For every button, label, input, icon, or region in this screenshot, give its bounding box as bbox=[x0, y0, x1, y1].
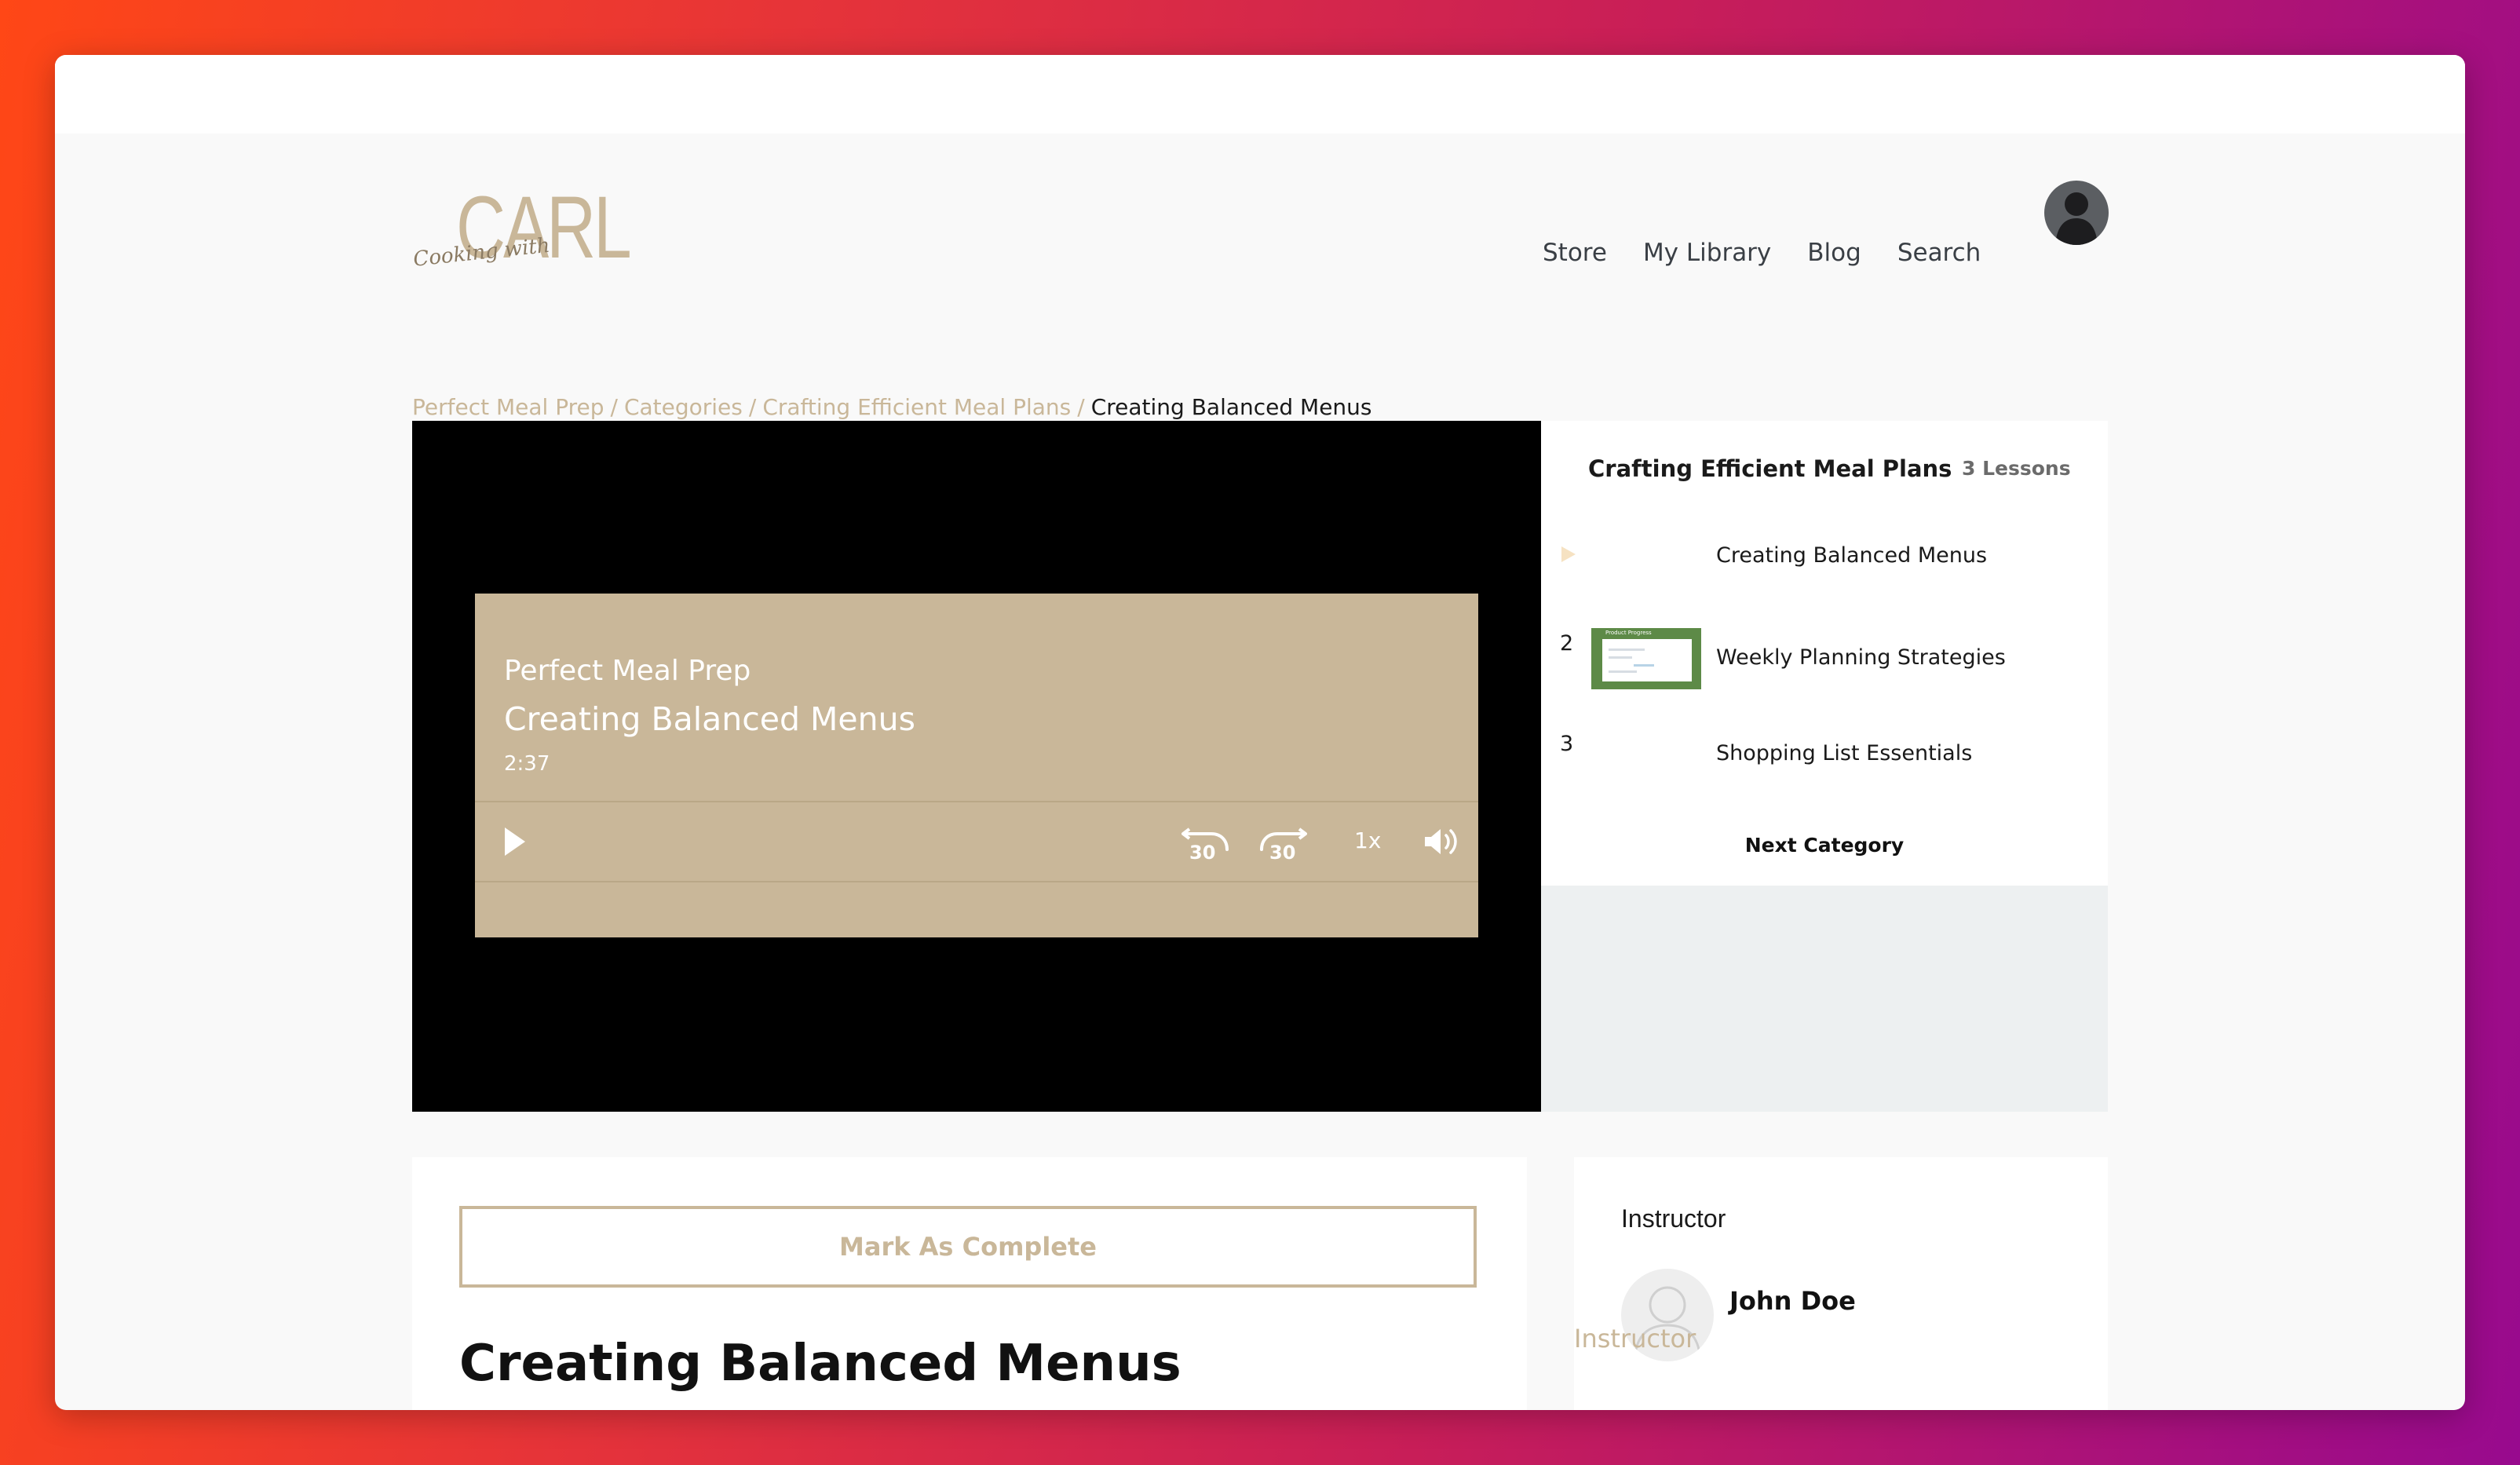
lesson-item-current[interactable]: Creating Balanced Menus bbox=[1541, 535, 2108, 608]
forward-seconds: 30 bbox=[1269, 842, 1296, 864]
instructor-label: Instructor bbox=[1621, 1204, 1726, 1233]
lesson-content-card: Mark As Complete Creating Balanced Menus bbox=[412, 1157, 1527, 1410]
lesson-name: Weekly Planning Strategies bbox=[1716, 645, 2006, 670]
user-avatar[interactable] bbox=[2044, 181, 2109, 245]
user-silhouette-icon bbox=[2055, 192, 2098, 245]
current-lesson-play-icon bbox=[1561, 546, 1576, 562]
player-duration: 2:37 bbox=[504, 752, 550, 776]
audio-player: Perfect Meal Prep Creating Balanced Menu… bbox=[475, 594, 1478, 937]
lesson-name: Shopping List Essentials bbox=[1716, 741, 1973, 765]
thumbnail-line bbox=[1609, 656, 1632, 659]
breadcrumb-item-categories[interactable]: Categories bbox=[624, 394, 743, 420]
playback-speed[interactable]: 1x bbox=[1354, 827, 1381, 853]
breadcrumb-separator: / bbox=[1077, 394, 1085, 420]
thumbnail-line bbox=[1634, 664, 1654, 667]
nav-search[interactable]: Search bbox=[1897, 237, 1981, 269]
lessons-panel-title: Crafting Efficient Meal Plans bbox=[1588, 455, 1952, 482]
play-icon[interactable] bbox=[503, 826, 527, 857]
lesson-number: 3 bbox=[1560, 732, 1574, 756]
forward-30-button[interactable]: 30 bbox=[1258, 818, 1307, 865]
breadcrumb-item-category[interactable]: Crafting Efficient Meal Plans bbox=[762, 394, 1071, 420]
thumbnail-line bbox=[1609, 648, 1645, 651]
next-category-link[interactable]: Next Category bbox=[1541, 834, 2108, 857]
mark-complete-button[interactable]: Mark As Complete bbox=[459, 1206, 1477, 1288]
thumbnail-text: Product Progress bbox=[1605, 630, 1652, 636]
nav-blog[interactable]: Blog bbox=[1807, 237, 1861, 269]
breadcrumb-current: Creating Balanced Menus bbox=[1090, 394, 1372, 420]
lesson-thumbnail: Product Progress bbox=[1591, 628, 1701, 689]
thumbnail-line bbox=[1609, 670, 1637, 673]
breadcrumb-separator: / bbox=[748, 394, 757, 420]
thumbnail-screen: Product Progress bbox=[1602, 630, 1692, 681]
main-nav: Store My Library Blog Search bbox=[1543, 237, 2017, 269]
rewind-30-button[interactable]: 30 bbox=[1181, 818, 1230, 865]
player-controls: 30 30 1x bbox=[475, 801, 1478, 882]
breadcrumb: Perfect Meal Prep / Categories / Crafting Ef… bbox=[412, 394, 1372, 420]
volume-icon[interactable] bbox=[1423, 826, 1461, 857]
lessons-count: 3 Lessons bbox=[1962, 457, 2071, 480]
player-title: Creating Balanced Menus bbox=[504, 700, 915, 738]
instructor-name: John Doe bbox=[1729, 1286, 1856, 1316]
site-logo[interactable]: CARL Cooking with bbox=[412, 173, 632, 276]
nav-my-library[interactable]: My Library bbox=[1643, 237, 1771, 269]
player-course: Perfect Meal Prep bbox=[504, 655, 751, 687]
lessons-panel: Crafting Efficient Meal Plans 3 Lessons … bbox=[1541, 421, 2108, 886]
lesson-item[interactable]: 3 Shopping List Essentials bbox=[1541, 732, 2108, 804]
panel-footer-area bbox=[1541, 886, 2108, 1112]
video-area: Perfect Meal Prep Creating Balanced Menu… bbox=[412, 421, 1541, 1112]
nav-store[interactable]: Store bbox=[1543, 237, 1607, 269]
rewind-seconds: 30 bbox=[1189, 842, 1216, 864]
lesson-item[interactable]: 2 Product Progress Weekly Planning Strat… bbox=[1541, 628, 2108, 700]
lesson-name: Creating Balanced Menus bbox=[1716, 543, 1988, 568]
instructor-role: Instructor bbox=[1574, 1324, 1696, 1354]
breadcrumb-separator: / bbox=[610, 394, 618, 420]
logo-name: CARL bbox=[456, 178, 632, 276]
lesson-number: 2 bbox=[1560, 631, 1574, 656]
breadcrumb-item-course[interactable]: Perfect Meal Prep bbox=[412, 394, 604, 420]
browser-top-bar bbox=[55, 55, 2465, 133]
browser-window: CARL Cooking with Store My Library Blog … bbox=[55, 55, 2465, 1410]
lesson-title: Creating Balanced Menus bbox=[459, 1335, 1181, 1393]
instructor-card: Instructor John Doe Instructor bbox=[1574, 1157, 2108, 1410]
